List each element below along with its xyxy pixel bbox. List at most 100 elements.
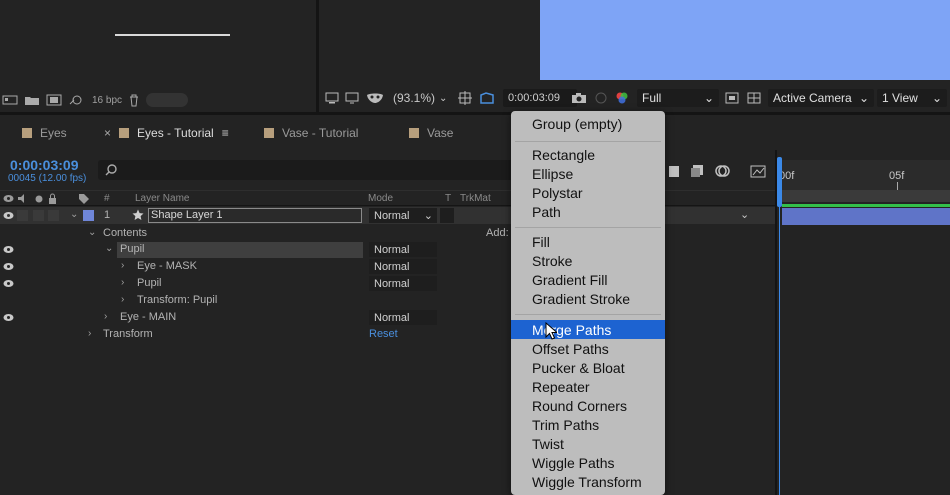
current-time-display[interactable]: 0:00:03:09 <box>503 89 577 107</box>
draft-3d-icon[interactable] <box>668 164 680 178</box>
menu-item-wiggle-transform[interactable]: Wiggle Transform <box>511 472 665 491</box>
chevron-right-icon[interactable]: › <box>88 328 91 339</box>
grid-guides-icon[interactable] <box>458 86 472 110</box>
transparency-grid-icon[interactable] <box>747 86 761 110</box>
magnet-icon[interactable] <box>325 86 339 110</box>
label-color-swatch[interactable] <box>83 210 94 221</box>
chevron-right-icon[interactable]: › <box>121 294 124 305</box>
tab-eyes[interactable]: Eyes <box>22 115 67 151</box>
trash-icon[interactable] <box>128 94 140 107</box>
menu-item-rectangle[interactable]: Rectangle <box>511 145 665 164</box>
eye-main-label[interactable]: Eye - MAIN <box>120 311 176 323</box>
tab-vase[interactable]: Vase <box>409 115 453 151</box>
layer-search-input[interactable] <box>98 160 518 180</box>
add-menu-button[interactable]: Add: <box>486 227 509 239</box>
menu-item-merge-paths[interactable]: Merge Paths <box>511 320 665 339</box>
eye-icon[interactable] <box>3 210 14 221</box>
menu-item-pucker-bloat[interactable]: Pucker & Bloat <box>511 358 665 377</box>
chevron-down-icon[interactable]: ⌄ <box>88 227 96 238</box>
motion-blur-icon[interactable] <box>714 164 730 178</box>
pupil-group-label[interactable]: Pupil <box>120 243 144 255</box>
blend-mode-dropdown[interactable]: Normal ⌄ <box>369 208 437 223</box>
blend-mode-field[interactable]: Normal <box>369 259 437 274</box>
project-settings-icon[interactable] <box>68 94 86 106</box>
header-layer-name[interactable]: Layer Name <box>135 193 189 204</box>
region-of-interest-icon[interactable] <box>725 86 739 110</box>
chevron-right-icon[interactable]: › <box>121 260 124 271</box>
eye-icon[interactable] <box>3 244 14 255</box>
close-icon[interactable]: × <box>104 126 111 140</box>
audio-switch[interactable] <box>17 210 28 221</box>
menu-item-gradient-stroke[interactable]: Gradient Stroke <box>511 289 665 308</box>
reset-link[interactable]: Reset <box>369 328 398 340</box>
new-composition-icon[interactable] <box>46 94 62 106</box>
mask-path-icon[interactable] <box>479 86 495 110</box>
eye-mask-label[interactable]: Eye - MASK <box>137 260 197 272</box>
transform-pupil-label[interactable]: Transform: Pupil <box>137 294 217 306</box>
menu-item-wiggle-paths[interactable]: Wiggle Paths <box>511 453 665 472</box>
blend-mode-field[interactable]: Normal <box>369 310 437 325</box>
menu-item-polystar[interactable]: Polystar <box>511 183 665 202</box>
menu-item-twist[interactable]: Twist <box>511 434 665 453</box>
interpret-footage-icon[interactable] <box>2 94 18 106</box>
menu-item-ellipse[interactable]: Ellipse <box>511 164 665 183</box>
chevron-down-icon[interactable]: ⌄ <box>105 243 113 254</box>
bpc-label[interactable]: 16 bpc <box>92 95 122 106</box>
tab-vase-tutorial[interactable]: Vase - Tutorial <box>264 115 358 151</box>
menu-item-round-corners[interactable]: Round Corners <box>511 396 665 415</box>
contents-label: Contents <box>103 227 148 239</box>
time-ruler[interactable]: 00f 05f <box>777 160 950 190</box>
transform-label[interactable]: Transform <box>103 328 153 340</box>
resolution-dropdown[interactable]: Full ⌄ <box>637 89 719 107</box>
work-area-bar[interactable] <box>782 190 950 202</box>
menu-item-gradient-fill[interactable]: Gradient Fill <box>511 270 665 289</box>
menu-item-stroke[interactable]: Stroke <box>511 251 665 270</box>
chevron-right-icon[interactable]: › <box>121 277 124 288</box>
eye-icon[interactable] <box>3 278 14 289</box>
menu-item-fill[interactable]: Fill <box>511 232 665 251</box>
chevron-down-icon: ⌄ <box>703 91 714 105</box>
playhead-indicator[interactable] <box>777 157 782 207</box>
tab-menu-icon[interactable]: ≡ <box>222 126 229 140</box>
zoom-level[interactable]: (93.1%) <box>393 86 435 110</box>
timeline-current-time[interactable]: 0:00:03:09 <box>10 157 79 173</box>
menu-item-trim-paths[interactable]: Trim Paths <box>511 415 665 434</box>
menu-item-offset-paths[interactable]: Offset Paths <box>511 339 665 358</box>
project-search-field[interactable] <box>146 93 189 107</box>
tab-label: Eyes <box>40 126 67 140</box>
label-color-swatch <box>264 128 274 138</box>
blend-mode-field[interactable]: Normal <box>369 242 437 257</box>
layer-name-field[interactable]: Shape Layer 1 <box>148 208 362 223</box>
composition-canvas[interactable] <box>540 0 950 80</box>
render-status-bar <box>782 204 950 207</box>
monitor-icon[interactable] <box>345 86 359 110</box>
frame-blending-icon[interactable] <box>690 164 704 178</box>
blend-mode-field[interactable]: Normal <box>369 276 437 291</box>
preserve-transparency-toggle[interactable] <box>440 208 454 223</box>
eye-icon[interactable] <box>3 261 14 272</box>
layer-duration-bar[interactable] <box>782 208 950 225</box>
tab-eyes-tutorial[interactable]: × Eyes - Tutorial ≡ <box>104 115 229 151</box>
camera-view-dropdown[interactable]: Active Camera ⌄ <box>768 89 874 107</box>
snapshot-camera-icon[interactable] <box>571 86 587 110</box>
lock-switch[interactable] <box>48 210 59 221</box>
menu-item-repeater[interactable]: Repeater <box>511 377 665 396</box>
graph-editor-icon[interactable] <box>750 164 766 178</box>
eye-icon[interactable] <box>3 312 14 323</box>
header-mode: Mode <box>368 193 394 204</box>
color-channels-icon[interactable] <box>615 86 629 110</box>
view-layout-dropdown[interactable]: 1 View ⌄ <box>877 89 947 107</box>
pupil-path-label[interactable]: Pupil <box>137 277 161 289</box>
zoom-chevron-down-icon[interactable]: ⌄ <box>439 86 447 110</box>
menu-item-path[interactable]: Path <box>511 202 665 221</box>
chevron-right-icon[interactable]: › <box>104 311 107 322</box>
mask-visibility-icon[interactable] <box>366 86 384 110</box>
parent-chevron-down-icon[interactable]: ⌄ <box>740 208 749 221</box>
new-folder-icon[interactable] <box>24 94 40 106</box>
solo-switch[interactable] <box>33 210 44 221</box>
chevron-down-icon[interactable]: ⌄ <box>70 209 78 220</box>
layer-number: 1 <box>104 209 111 221</box>
menu-item-group-empty[interactable]: Group (empty) <box>511 114 665 133</box>
timeline-track-area[interactable] <box>777 190 950 495</box>
show-snapshot-icon[interactable] <box>594 86 608 110</box>
